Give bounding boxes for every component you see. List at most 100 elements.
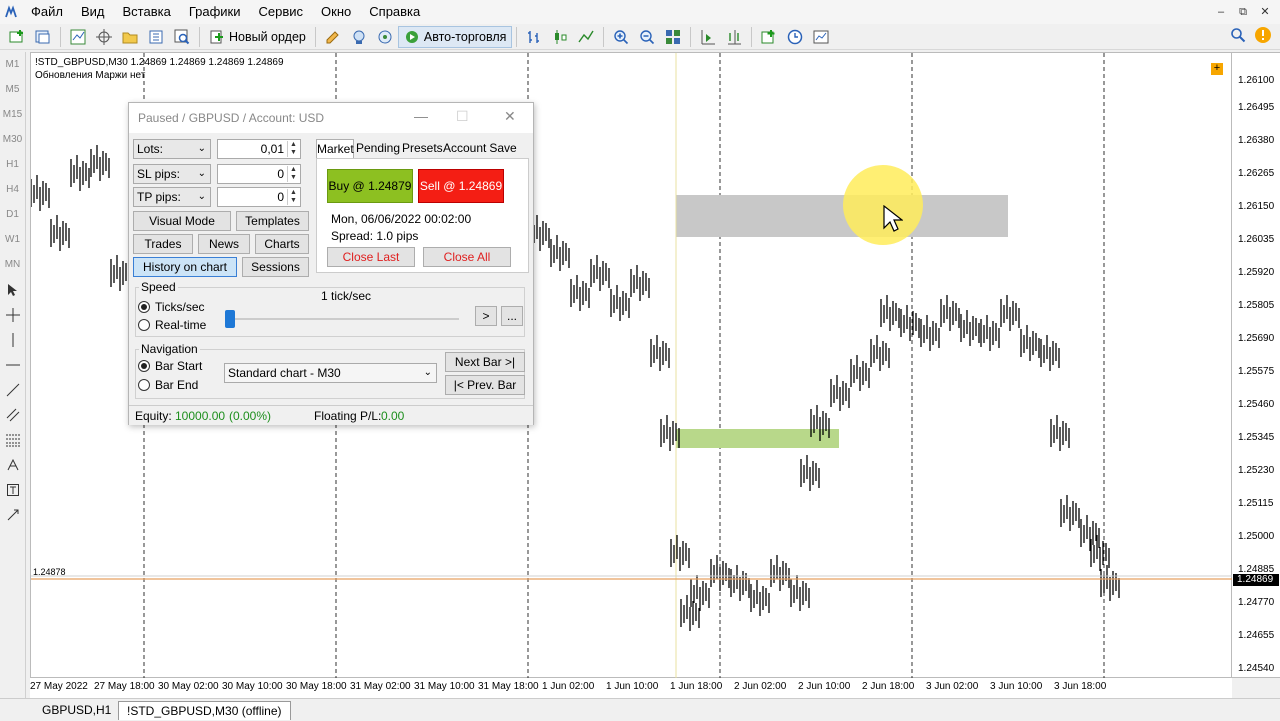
visual-mode-button[interactable]: Visual Mode bbox=[133, 211, 231, 231]
crosshair-tool-icon[interactable] bbox=[0, 302, 25, 327]
restore-button[interactable]: ⧉ bbox=[1232, 4, 1254, 20]
close-last-button[interactable]: Close Last bbox=[327, 247, 415, 267]
profiles-icon[interactable] bbox=[31, 26, 55, 48]
new-chart-icon[interactable] bbox=[5, 26, 29, 48]
signals-icon[interactable] bbox=[347, 26, 371, 48]
close-button[interactable]: ✕ bbox=[1254, 4, 1276, 20]
zoom-out-icon[interactable] bbox=[635, 26, 659, 48]
menu-charts[interactable]: Графики bbox=[180, 0, 250, 24]
spinner-icon[interactable]: ▲ ▼ bbox=[287, 141, 299, 157]
periods-icon[interactable] bbox=[783, 26, 807, 48]
trades-button[interactable]: Trades bbox=[133, 234, 193, 254]
tab-std-gbpusd-m30[interactable]: !STD_GBPUSD,M30 (offline) bbox=[118, 701, 291, 720]
lots-select[interactable]: Lots: ⌄ bbox=[133, 139, 211, 159]
tp-input[interactable]: 0 ▲ ▼ bbox=[217, 187, 301, 207]
indicators-icon[interactable] bbox=[757, 26, 781, 48]
buy-button[interactable]: Buy @ 1.24879 bbox=[327, 169, 413, 203]
chart-shift-icon[interactable] bbox=[722, 26, 746, 48]
horizontal-line-icon[interactable] bbox=[0, 352, 25, 377]
timeframe-w1[interactable]: W1 bbox=[0, 227, 25, 252]
zoom-in-icon[interactable] bbox=[609, 26, 633, 48]
news-button[interactable]: News bbox=[198, 234, 250, 254]
menu-view[interactable]: Вид bbox=[72, 0, 114, 24]
navigator-icon[interactable] bbox=[144, 26, 168, 48]
tp-select[interactable]: TP pips: ⌄ bbox=[133, 187, 211, 207]
timeframe-d1[interactable]: D1 bbox=[0, 202, 25, 227]
auto-scroll-icon[interactable] bbox=[696, 26, 720, 48]
play-button[interactable]: > bbox=[475, 306, 497, 326]
prev-bar-button[interactable]: |< Prev. Bar bbox=[445, 375, 525, 395]
sessions-button[interactable]: Sessions bbox=[242, 257, 309, 277]
timeframe-mn[interactable]: MN bbox=[0, 252, 25, 277]
vertical-line-icon[interactable] bbox=[0, 327, 25, 352]
line-chart-icon[interactable] bbox=[574, 26, 598, 48]
new-order-button[interactable]: Новый ордер bbox=[204, 26, 311, 48]
auto-trading-button[interactable]: Авто-торговля bbox=[397, 25, 513, 48]
one-click-trading-icon[interactable]: + bbox=[1211, 63, 1223, 75]
sl-select[interactable]: SL pips: ⌄ bbox=[133, 164, 211, 184]
menu-window[interactable]: Окно bbox=[312, 0, 360, 24]
minimize-button[interactable]: – bbox=[1210, 4, 1232, 20]
strategy-tester-icon[interactable] bbox=[170, 26, 194, 48]
candlestick-icon[interactable] bbox=[548, 26, 572, 48]
menu-insert[interactable]: Вставка bbox=[114, 0, 180, 24]
menu-file[interactable]: Файл bbox=[22, 0, 72, 24]
timeframe-m5[interactable]: M5 bbox=[0, 77, 25, 102]
search-icon[interactable] bbox=[1230, 27, 1246, 46]
ticks-sec-radio[interactable]: Ticks/sec bbox=[138, 300, 205, 314]
tester-close-button[interactable]: ✕ bbox=[504, 108, 516, 125]
trend-line-icon[interactable] bbox=[0, 377, 25, 402]
charts-button[interactable]: Charts bbox=[255, 234, 309, 254]
metaeditor-icon[interactable] bbox=[321, 26, 345, 48]
templates-button[interactable]: Templates bbox=[236, 211, 309, 231]
bar-chart-icon[interactable] bbox=[522, 26, 546, 48]
menu-help[interactable]: Справка bbox=[360, 0, 429, 24]
sl-input[interactable]: 0 ▲ ▼ bbox=[217, 164, 301, 184]
current-price-label: 1.24869 bbox=[1233, 574, 1279, 586]
real-time-radio[interactable]: Real-time bbox=[138, 318, 206, 332]
speed-slider-thumb[interactable] bbox=[225, 310, 235, 328]
tile-windows-icon[interactable] bbox=[661, 26, 685, 48]
templates-icon[interactable] bbox=[809, 26, 833, 48]
tab-presets[interactable]: Presets bbox=[402, 139, 443, 159]
tab-save[interactable]: Save bbox=[486, 139, 520, 159]
app-logo-icon[interactable] bbox=[0, 0, 22, 24]
tester-minimize-button[interactable]: — bbox=[414, 108, 428, 124]
gray-zone-rectangle[interactable] bbox=[676, 195, 1008, 237]
cursor-tool-icon[interactable] bbox=[0, 277, 25, 302]
favorites-icon[interactable] bbox=[118, 26, 142, 48]
timeframe-h4[interactable]: H4 bbox=[0, 177, 25, 202]
arrows-icon[interactable] bbox=[0, 502, 25, 527]
close-all-button[interactable]: Close All bbox=[423, 247, 511, 267]
fibonacci-icon[interactable] bbox=[0, 427, 25, 452]
sell-button[interactable]: Sell @ 1.24869 bbox=[418, 169, 504, 203]
crosshair-icon[interactable] bbox=[92, 26, 116, 48]
spinner-icon[interactable]: ▲ ▼ bbox=[287, 189, 299, 205]
speed-more-button[interactable]: ... bbox=[501, 306, 523, 326]
text-label-icon[interactable] bbox=[0, 477, 25, 502]
tab-account[interactable]: Account bbox=[443, 139, 486, 159]
tester-titlebar[interactable]: Paused / GBPUSD / Account: USD — ☐ ✕ bbox=[129, 103, 533, 133]
tab-gbpusd-h1[interactable]: GBPUSD,H1 bbox=[34, 701, 119, 720]
menu-tools[interactable]: Сервис bbox=[250, 0, 313, 24]
timeframe-m15[interactable]: M15 bbox=[0, 102, 25, 127]
timeframe-m1[interactable]: M1 bbox=[0, 52, 25, 77]
tab-pending[interactable]: Pending bbox=[355, 139, 401, 159]
tab-market[interactable]: Market bbox=[316, 139, 354, 159]
bar-end-radio[interactable]: Bar End bbox=[138, 378, 198, 392]
lots-input[interactable]: 0,01 ▲ ▼ bbox=[217, 139, 301, 159]
market-watch-icon[interactable] bbox=[66, 26, 90, 48]
text-tool-icon[interactable] bbox=[0, 452, 25, 477]
history-on-chart-button[interactable]: History on chart bbox=[133, 257, 237, 277]
chat-icon[interactable] bbox=[1254, 26, 1272, 47]
chart-type-select[interactable]: Standard chart - M30 ⌄ bbox=[224, 363, 437, 383]
timeframe-h1[interactable]: H1 bbox=[0, 152, 25, 177]
spinner-icon[interactable]: ▲ ▼ bbox=[287, 166, 299, 182]
market-icon[interactable] bbox=[373, 26, 397, 48]
channel-icon[interactable] bbox=[0, 402, 25, 427]
bar-start-radio[interactable]: Bar Start bbox=[138, 359, 202, 373]
tester-maximize-button[interactable]: ☐ bbox=[456, 108, 469, 125]
timeframe-m30[interactable]: M30 bbox=[0, 127, 25, 152]
speed-slider-track[interactable] bbox=[229, 318, 459, 320]
next-bar-button[interactable]: Next Bar >| bbox=[445, 352, 525, 372]
